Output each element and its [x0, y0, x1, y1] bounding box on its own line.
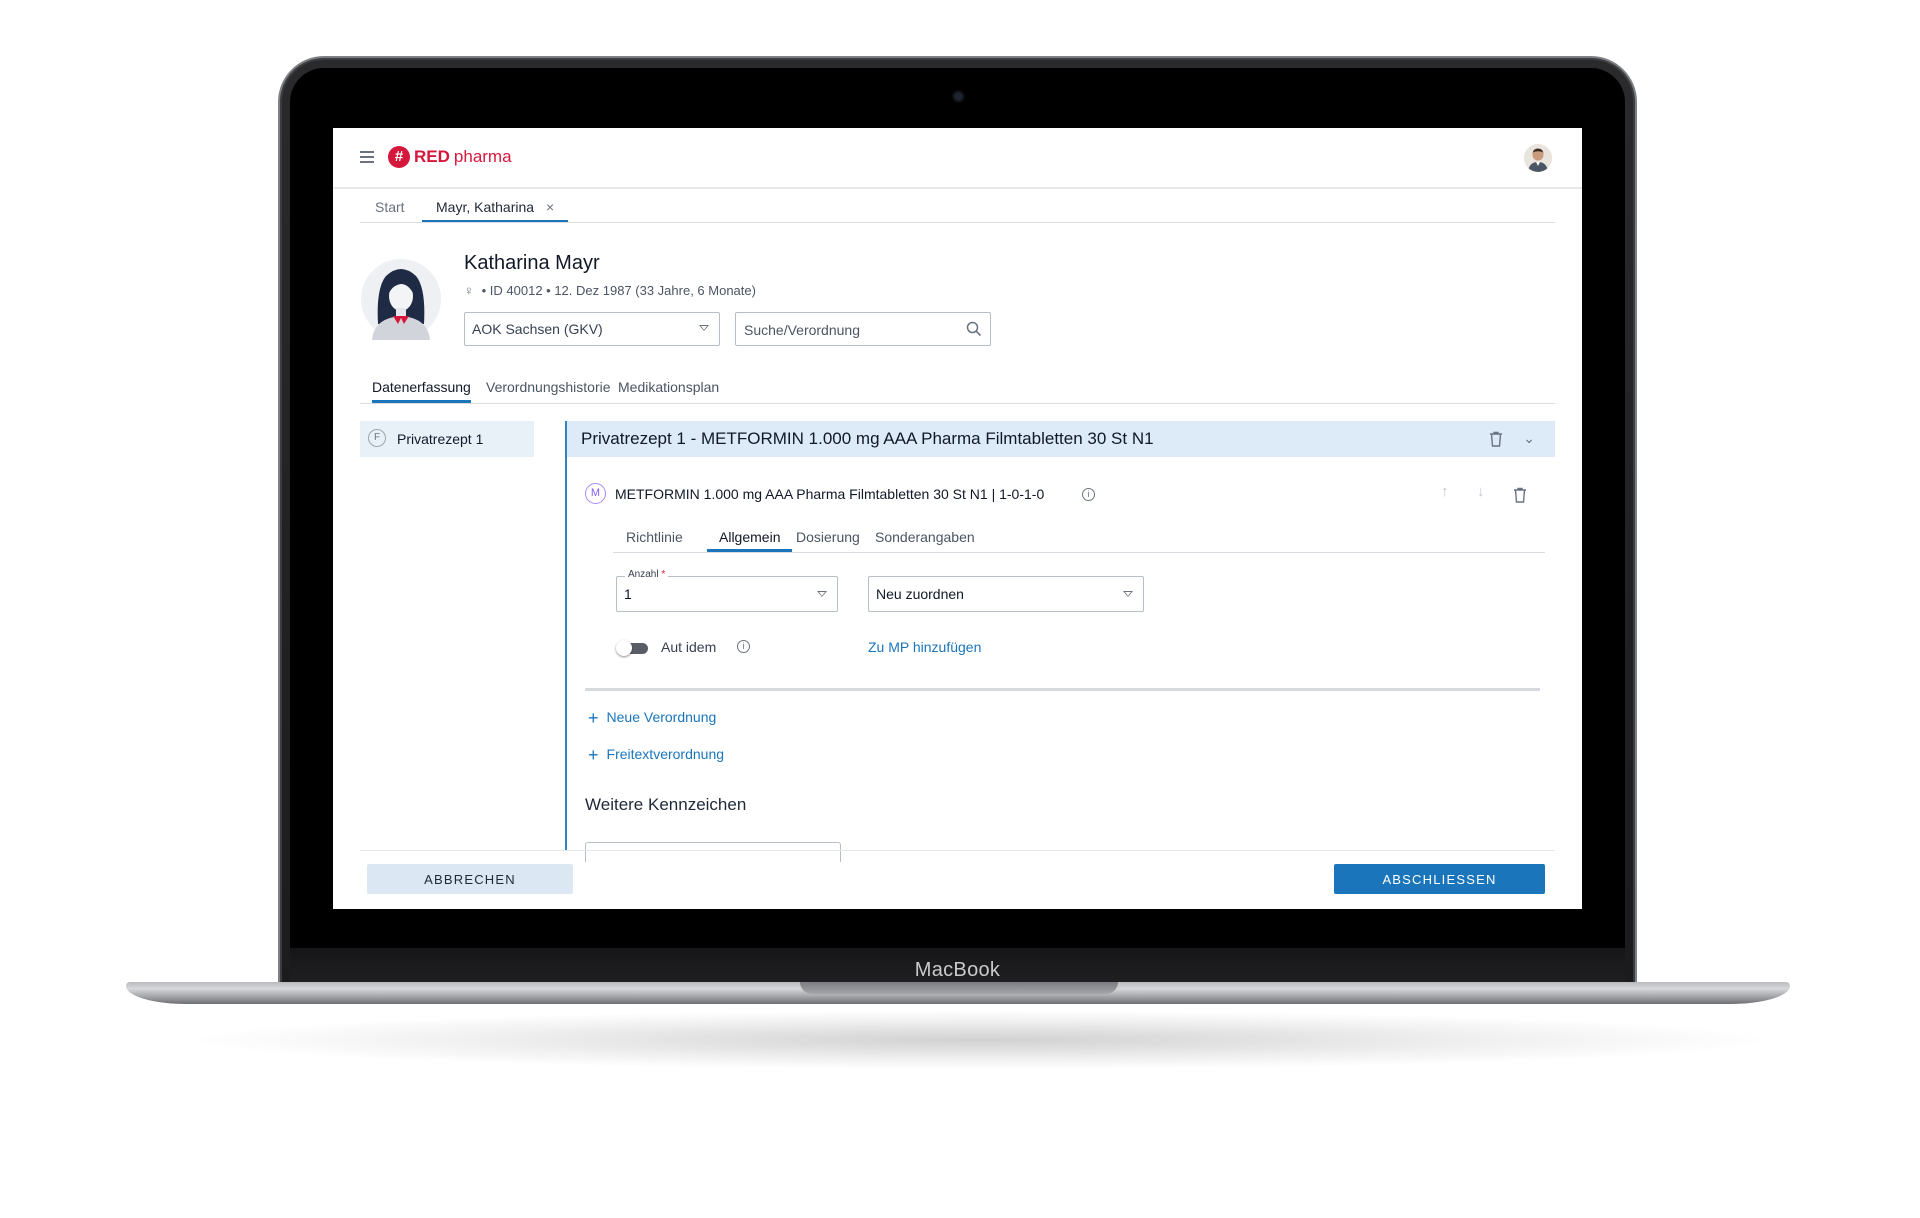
- search-field[interactable]: [735, 312, 991, 347]
- insurance-value: AOK Sachsen (GKV): [472, 321, 603, 337]
- chevron-down-icon: [1123, 591, 1133, 597]
- plus-icon: +: [588, 708, 599, 728]
- cancel-button[interactable]: ABBRECHEN: [367, 864, 573, 894]
- insurance-select[interactable]: AOK Sachsen (GKV): [464, 312, 720, 346]
- patient-avatar: [360, 258, 442, 340]
- patient-meta-row: ♀ • ID 40012 • 12. Dez 1987 (33 Jahre, 6…: [464, 283, 756, 298]
- chevron-down-icon[interactable]: ⌄: [1523, 430, 1535, 447]
- aut-idem-toggle[interactable]: [616, 640, 649, 656]
- arrow-up-icon[interactable]: ↑: [1441, 483, 1449, 500]
- section-divider: [585, 688, 1540, 691]
- patient-tab-bar: Start Mayr, Katharina ×: [360, 196, 1555, 223]
- patient-meta-text: • ID 40012 • 12. Dez 1987 (33 Jahre, 6 M…: [481, 283, 756, 298]
- sidebar-item-label: Privatrezept 1: [397, 431, 484, 447]
- new-prescription-label: Neue Verordnung: [606, 709, 717, 725]
- camera-icon: [954, 92, 963, 101]
- toggle-knob: [616, 640, 632, 656]
- info-icon[interactable]: i: [737, 640, 750, 653]
- required-mark: *: [661, 569, 666, 580]
- laptop-shadow: [180, 1010, 1780, 1070]
- prescription-accent-line: [565, 421, 567, 850]
- app-logo[interactable]: # RED pharma: [388, 144, 512, 170]
- prescription-title: Privatrezept 1 - METFORMIN 1.000 mg AAA …: [581, 429, 1154, 448]
- app-screen: # RED pharma Start Mayr, Katharina × Kat…: [333, 128, 1582, 909]
- footer-divider: [360, 850, 1555, 851]
- gender-icon: ♀: [464, 283, 474, 298]
- laptop-notch: [800, 982, 1118, 994]
- trash-icon[interactable]: [1513, 487, 1527, 503]
- chevron-down-icon: [699, 325, 709, 331]
- patient-name: Katharina Mayr: [464, 252, 600, 274]
- further-markers-field[interactable]: [585, 842, 841, 862]
- prescription-type-badge: F: [368, 429, 386, 447]
- tab-sonderangaben[interactable]: Sonderangaben: [875, 526, 975, 551]
- medication-row: M METFORMIN 1.000 mg AAA Pharma Filmtabl…: [585, 481, 1545, 507]
- further-markers-heading: Weitere Kennzeichen: [585, 795, 747, 814]
- medication-text: METFORMIN 1.000 mg AAA Pharma Filmtablet…: [615, 486, 1045, 502]
- prescription-header[interactable]: Privatrezept 1 - METFORMIN 1.000 mg AAA …: [567, 421, 1555, 457]
- finish-button[interactable]: ABSCHLIESSEN: [1334, 864, 1545, 894]
- tab-patient[interactable]: Mayr, Katharina ×: [422, 196, 569, 222]
- tab-start[interactable]: Start: [375, 196, 405, 221]
- logo-icon: #: [388, 146, 410, 168]
- main-tabs: Datenerfassung Verordnungshistorie Medik…: [360, 376, 1555, 404]
- user-avatar[interactable]: [1524, 144, 1552, 172]
- tab-dosierung[interactable]: Dosierung: [796, 526, 860, 551]
- add-to-mp-link[interactable]: Zu MP hinzufügen: [868, 639, 981, 655]
- assign-value: Neu zuordnen: [876, 586, 964, 602]
- top-bar: # RED pharma: [333, 128, 1582, 189]
- logo-text-pharma: pharma: [453, 147, 512, 166]
- menu-icon[interactable]: [360, 151, 374, 163]
- close-icon[interactable]: ×: [546, 199, 554, 215]
- tab-richtlinie[interactable]: Richtlinie: [626, 526, 683, 551]
- freetext-prescription-link[interactable]: + Freitextverordnung: [588, 745, 724, 766]
- user-avatar-icon: [1524, 144, 1552, 172]
- anzahl-value: 1: [624, 586, 632, 602]
- chevron-down-icon: [817, 591, 827, 597]
- tab-verordnungshistorie[interactable]: Verordnungshistorie: [486, 376, 611, 402]
- medication-badge: M: [585, 483, 606, 504]
- tab-patient-label: Mayr, Katharina: [436, 199, 535, 215]
- tab-medikationsplan[interactable]: Medikationsplan: [618, 376, 719, 402]
- new-prescription-link[interactable]: + Neue Verordnung: [588, 708, 716, 729]
- arrow-down-icon[interactable]: ↓: [1477, 483, 1485, 500]
- plus-icon: +: [588, 745, 599, 765]
- logo-text-red: RED: [414, 147, 450, 166]
- assign-select[interactable]: Neu zuordnen: [868, 576, 1144, 612]
- freetext-prescription-label: Freitextverordnung: [606, 746, 725, 762]
- anzahl-label-text: Anzahl: [628, 569, 659, 580]
- tab-datenerfassung[interactable]: Datenerfassung: [372, 376, 471, 403]
- medication-sub-tabs: Richtlinie Allgemein Dosierung Sonderang…: [613, 526, 1545, 553]
- trash-icon[interactable]: [1489, 431, 1503, 447]
- anzahl-select[interactable]: Anzahl * 1: [616, 569, 838, 612]
- tab-allgemein[interactable]: Allgemein: [707, 526, 793, 552]
- search-icon[interactable]: [966, 321, 982, 337]
- search-input[interactable]: [742, 313, 956, 347]
- aut-idem-label: Aut idem: [661, 639, 717, 655]
- info-icon[interactable]: i: [1082, 488, 1095, 501]
- sidebar-item-privatrezept[interactable]: F Privatrezept 1: [360, 421, 534, 457]
